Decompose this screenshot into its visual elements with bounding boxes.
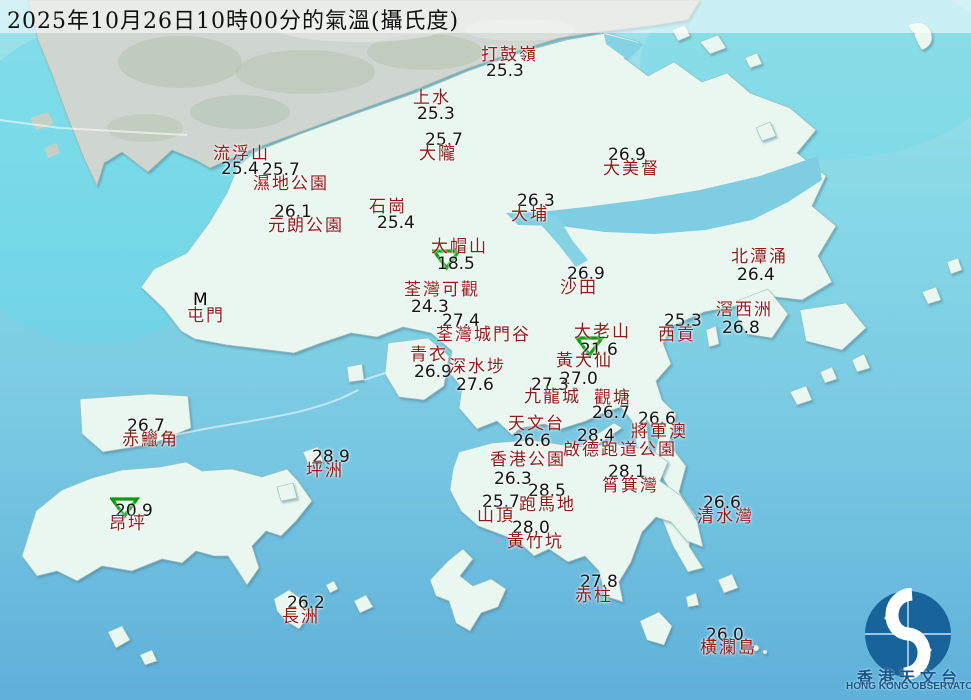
station-name-label: 觀塘 bbox=[594, 390, 632, 407]
station-name-label: 九龍城 bbox=[524, 389, 581, 406]
station-name-label: 赤柱 bbox=[575, 588, 613, 605]
station-name-label: 昂坪 bbox=[109, 516, 147, 533]
station-name-label: 大埔 bbox=[511, 207, 549, 224]
station-name-label: 清水灣 bbox=[697, 509, 754, 526]
station-temperature-value: 25.3 bbox=[486, 63, 524, 80]
station-name-label: 北潭涌 bbox=[731, 249, 788, 266]
station-name-label: 將軍澳 bbox=[631, 424, 688, 441]
station-name-label: 打鼓嶺 bbox=[481, 47, 538, 64]
station-name-label: 黃大仙 bbox=[556, 353, 613, 370]
station-name-label: 橫瀾島 bbox=[700, 640, 757, 657]
station-name-label: 石崗 bbox=[369, 199, 407, 216]
station-name-label: 沙田 bbox=[560, 280, 598, 297]
station-name-label: 坪洲 bbox=[306, 463, 344, 480]
station-labels-layer: 25.3打鼓嶺25.3上水25.7大隴26.9大美督25.4流浮山25.7濕地公… bbox=[0, 0, 971, 700]
station-name-label: 大老山 bbox=[574, 324, 631, 341]
station-name-label: 啟德跑道公園 bbox=[563, 442, 677, 459]
station-name-label: 屯門 bbox=[187, 308, 225, 325]
station-name-label: 跑馬地 bbox=[519, 497, 576, 514]
station-name-label: 筲箕灣 bbox=[602, 478, 659, 495]
station-temperature-value: 25.3 bbox=[417, 106, 455, 123]
station-name-label: 元朗公園 bbox=[268, 218, 344, 235]
station-name-label: 黃竹坑 bbox=[507, 534, 564, 551]
station-name-label: 山頂 bbox=[477, 508, 515, 525]
station-temperature-value: 27.6 bbox=[456, 377, 494, 394]
station-name-label: 長洲 bbox=[282, 609, 320, 626]
station-temperature-value: 18.5 bbox=[437, 256, 475, 273]
station-name-label: 荃灣城門谷 bbox=[436, 327, 531, 344]
station-temperature-value: 26.8 bbox=[722, 320, 760, 337]
station-name-label: 滘西洲 bbox=[716, 302, 773, 319]
station-name-label: 荃灣可觀 bbox=[404, 282, 480, 299]
station-temperature-value: 25.4 bbox=[377, 215, 415, 232]
station-name-label: 大美督 bbox=[603, 161, 660, 178]
temperature-map-screen: 2025年10月26日10時00分的氣溫(攝氏度) 25.3打鼓嶺25.3上水2… bbox=[0, 0, 971, 700]
station-temperature-value: 26.6 bbox=[513, 433, 551, 450]
station-name-label: 大帽山 bbox=[431, 239, 488, 256]
station-temperature-value: 26.4 bbox=[737, 267, 775, 284]
hko-logo: 香港天文台 HONG KONG OBSERVATORY bbox=[848, 588, 971, 700]
hko-logo-english: HONG KONG OBSERVATORY bbox=[846, 681, 971, 692]
station-name-label: 赤鱲角 bbox=[122, 432, 179, 449]
station-name-label: 西貢 bbox=[658, 327, 696, 344]
station-temperature-value: 26.3 bbox=[494, 471, 532, 488]
station-name-label: 大隴 bbox=[419, 146, 457, 163]
station-name-label: 青衣 bbox=[410, 347, 448, 364]
station-name-label: 濕地公園 bbox=[253, 176, 329, 193]
station-name-label: 香港公園 bbox=[490, 452, 566, 469]
station-temperature-value: 26.9 bbox=[414, 364, 452, 381]
station-name-label: 上水 bbox=[413, 90, 451, 107]
station-name-label: 天文台 bbox=[508, 416, 565, 433]
station-name-label: 深水埗 bbox=[449, 359, 506, 376]
